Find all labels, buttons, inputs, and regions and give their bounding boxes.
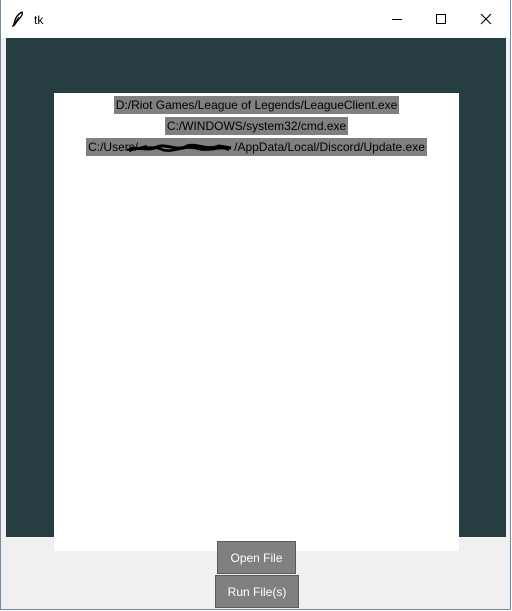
open-file-button[interactable]: Open File: [217, 541, 296, 574]
maximize-button[interactable]: [418, 0, 464, 38]
file-path-label: D:/Riot Games/League of Legends/LeagueCl…: [113, 96, 400, 114]
close-icon: [480, 13, 492, 25]
redaction-scribble: [127, 143, 232, 153]
file-path-label: C:/Users//AppData/Local/Discord/Update.e…: [86, 138, 427, 156]
app-window: tk D:/Riot Games/League of Legends/Leagu…: [0, 0, 511, 610]
client-area: D:/Riot Games/League of Legends/LeagueCl…: [6, 38, 506, 609]
window-title: tk: [34, 13, 44, 27]
title-bar[interactable]: tk: [1, 0, 510, 38]
list-item: D:/Riot Games/League of Legends/LeagueCl…: [54, 96, 459, 117]
maximize-icon: [436, 14, 446, 24]
close-button[interactable]: [463, 0, 509, 38]
run-files-button[interactable]: Run File(s): [215, 575, 299, 608]
minimize-icon: [392, 19, 402, 20]
minimize-button[interactable]: [374, 0, 420, 38]
file-list: D:/Riot Games/League of Legends/LeagueCl…: [54, 96, 459, 159]
feather-icon: [11, 11, 23, 27]
file-canvas: D:/Riot Games/League of Legends/LeagueCl…: [54, 93, 459, 551]
list-item: C:/Users//AppData/Local/Discord/Update.e…: [54, 138, 459, 159]
list-item: C:/WINDOWS/system32/cmd.exe: [54, 117, 459, 138]
file-path-label: C:/WINDOWS/system32/cmd.exe: [164, 117, 349, 135]
path-suffix: /AppData/Local/Discord/Update.exe: [234, 140, 425, 154]
